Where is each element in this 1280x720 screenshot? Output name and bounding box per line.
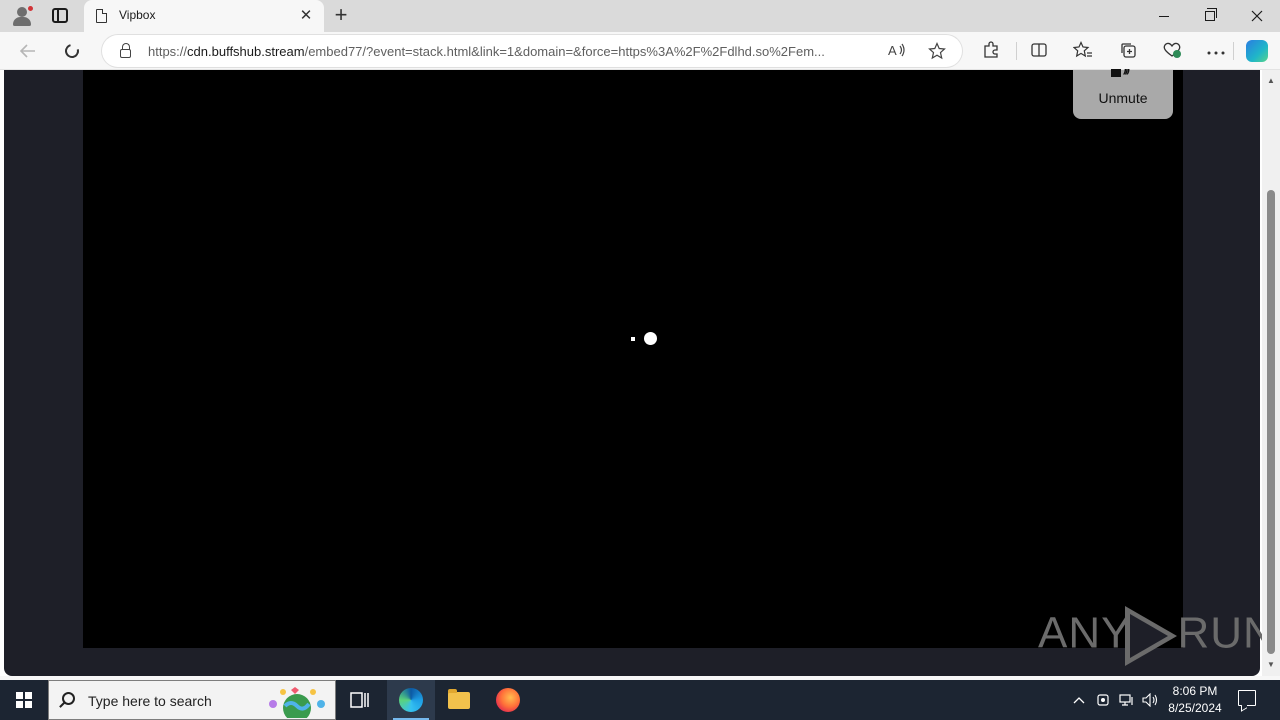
tab-strip: Vipbox ✕ + bbox=[0, 0, 1280, 32]
speaker-icon bbox=[1109, 69, 1135, 81]
tray-device-icon[interactable] bbox=[1093, 680, 1113, 720]
volume-icon[interactable] bbox=[1140, 680, 1162, 720]
arrow-left-icon bbox=[20, 44, 35, 58]
search-placeholder: Type here to search bbox=[88, 693, 212, 709]
lock-icon[interactable] bbox=[120, 43, 131, 58]
scroll-thumb[interactable] bbox=[1267, 190, 1275, 654]
chevron-up-icon bbox=[1073, 697, 1085, 704]
scroll-down-arrow-icon[interactable]: ▼ bbox=[1262, 658, 1280, 672]
page-icon bbox=[96, 9, 107, 23]
task-view-icon bbox=[350, 692, 369, 708]
notification-icon[interactable] bbox=[1238, 690, 1256, 706]
start-button[interactable] bbox=[0, 680, 48, 720]
clock-date: 8/25/2024 bbox=[1168, 701, 1222, 715]
heart-icon[interactable] bbox=[1162, 41, 1182, 61]
puzzle-icon[interactable] bbox=[981, 41, 1001, 61]
refresh-icon bbox=[62, 41, 82, 61]
video-player[interactable] bbox=[83, 70, 1183, 648]
close-icon bbox=[1251, 10, 1263, 22]
show-hidden-icons[interactable] bbox=[1069, 680, 1089, 720]
firefox-icon bbox=[496, 688, 520, 712]
browser-toolbar: https://cdn.buffshub.stream/embed77/?eve… bbox=[0, 32, 1280, 70]
url-text[interactable]: https://cdn.buffshub.stream/embed77/?eve… bbox=[148, 44, 883, 59]
taskbar-firefox[interactable] bbox=[484, 680, 532, 720]
new-tab-button[interactable]: + bbox=[330, 4, 352, 28]
star-icon[interactable] bbox=[928, 42, 946, 60]
tab-vipbox[interactable]: Vipbox ✕ bbox=[84, 0, 324, 32]
more-icon[interactable] bbox=[1206, 41, 1226, 61]
network-icon[interactable] bbox=[1116, 680, 1138, 720]
favorites-icon[interactable] bbox=[1072, 41, 1093, 61]
close-window-button[interactable] bbox=[1234, 0, 1280, 32]
scroll-up-arrow-icon[interactable]: ▲ bbox=[1262, 74, 1280, 88]
restore-button[interactable] bbox=[1187, 0, 1233, 32]
search-icon bbox=[62, 692, 75, 705]
unmute-button[interactable]: Unmute bbox=[1073, 69, 1173, 119]
refresh-button[interactable] bbox=[57, 36, 87, 66]
copilot-icon[interactable] bbox=[1246, 40, 1268, 62]
read-aloud-icon[interactable]: A bbox=[888, 42, 906, 60]
taskbar: Type here to search 8:06 PM 8/25/2024 bbox=[0, 680, 1280, 720]
toolbar-divider bbox=[1016, 42, 1017, 60]
address-bar[interactable]: https://cdn.buffshub.stream/embed77/?eve… bbox=[102, 35, 962, 67]
taskbar-clock[interactable]: 8:06 PM 8/25/2024 bbox=[1160, 683, 1230, 717]
folder-icon bbox=[448, 688, 470, 709]
profile-icon[interactable] bbox=[10, 5, 34, 27]
clock-time: 8:06 PM bbox=[1172, 684, 1218, 698]
svg-text:A: A bbox=[888, 43, 897, 58]
toolbar-divider bbox=[1233, 42, 1234, 60]
unmute-label: Unmute bbox=[1098, 90, 1148, 106]
play-logo-icon bbox=[1125, 606, 1178, 666]
task-view-button[interactable] bbox=[336, 680, 384, 720]
tab-title: Vipbox bbox=[119, 8, 156, 22]
windows-logo-icon bbox=[16, 692, 32, 708]
collections-icon[interactable] bbox=[1118, 41, 1138, 61]
tab-close-icon[interactable]: ✕ bbox=[298, 6, 314, 26]
search-highlight-art-icon bbox=[269, 687, 325, 718]
loading-spinner-dot bbox=[631, 337, 635, 341]
anyrun-watermark: ANY RUN bbox=[1038, 606, 1276, 666]
tab-actions-icon[interactable] bbox=[52, 8, 68, 23]
loading-spinner-dot bbox=[644, 332, 657, 345]
split-screen-icon[interactable] bbox=[1029, 41, 1049, 61]
taskbar-file-explorer[interactable] bbox=[435, 680, 483, 720]
edge-icon bbox=[399, 688, 423, 712]
back-button[interactable] bbox=[13, 36, 43, 66]
minimize-button[interactable] bbox=[1141, 0, 1187, 32]
taskbar-edge[interactable] bbox=[387, 680, 435, 720]
page-scrollbar[interactable]: ▲ ▼ bbox=[1262, 70, 1280, 676]
taskbar-search[interactable]: Type here to search bbox=[48, 680, 336, 720]
